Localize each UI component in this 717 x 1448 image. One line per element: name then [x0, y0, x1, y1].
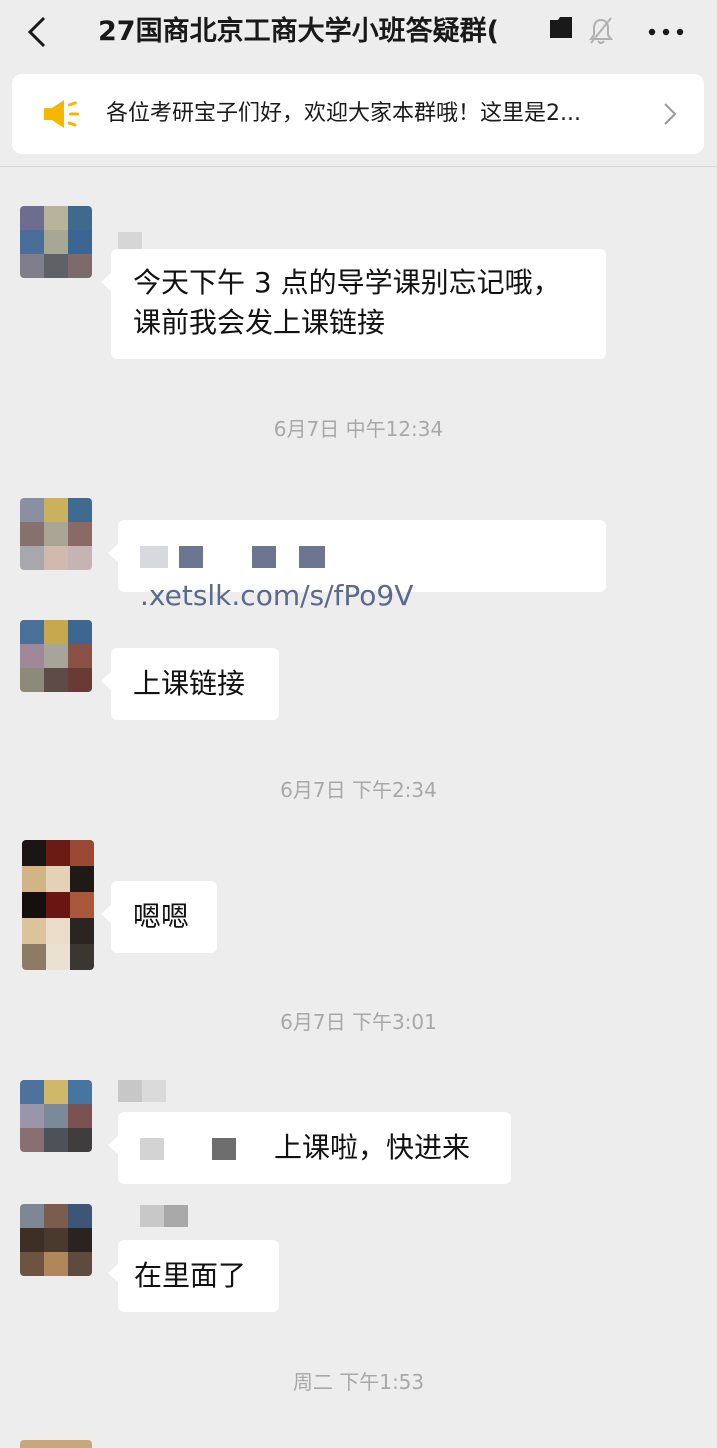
divider — [0, 166, 717, 167]
chat-title: 27国商北京工商大学小班答疑群( — [98, 16, 499, 47]
link-bubble[interactable]: .xetslk.com/s/fPo9V — [108, 520, 606, 612]
message-text: 今天下午 3 点的导学课别忘记哦， — [133, 266, 561, 299]
message-text: 课前我会发上课链接 — [133, 306, 386, 339]
message-text: 在里面了 — [134, 1259, 247, 1292]
folder-icon — [550, 17, 572, 38]
group-notice[interactable]: 各位考研宝子们好，欢迎大家本群哦！这里是2... — [12, 74, 704, 154]
redacted-block — [212, 1138, 236, 1160]
timestamp: 6月7日 下午2:34 — [280, 778, 437, 802]
link-text[interactable]: .xetslk.com/s/fPo9V — [140, 579, 413, 612]
message-text: 嗯嗯 — [133, 900, 190, 933]
message-text: 上课啦，快进来 — [274, 1131, 471, 1164]
sender-nickname — [118, 1080, 166, 1102]
chevron-right-icon — [664, 103, 677, 125]
notice-text: 各位考研宝子们好，欢迎大家本群哦！这里是2... — [106, 101, 581, 126]
timestamp: 6月7日 中午12:34 — [273, 417, 444, 441]
avatar[interactable] — [20, 620, 92, 692]
chat-header: 27国商北京工商大学小班答疑群( — [0, 0, 717, 66]
avatar[interactable] — [20, 206, 92, 278]
redacted-block — [251, 546, 276, 568]
timestamp: 周二 下午1:53 — [292, 1370, 425, 1394]
redacted-block — [298, 546, 325, 568]
redacted-block — [140, 546, 168, 568]
chevron-left-icon[interactable] — [24, 14, 48, 50]
avatar[interactable] — [20, 1440, 92, 1448]
timestamp: 6月7日 下午3:01 — [280, 1010, 437, 1034]
message-bubble[interactable]: 在里面了 — [108, 1240, 279, 1312]
avatar[interactable] — [20, 1080, 92, 1152]
avatar[interactable] — [20, 498, 92, 570]
redacted-block — [178, 546, 203, 568]
message-text: 上课链接 — [133, 667, 246, 700]
bell-muted-icon — [589, 17, 613, 44]
avatar[interactable] — [22, 840, 94, 970]
sender-nickname — [140, 1205, 188, 1227]
avatar[interactable] — [20, 1204, 92, 1276]
message-bubble[interactable]: 上课链接 — [101, 648, 279, 720]
megaphone-icon — [44, 100, 79, 128]
message-bubble[interactable]: 上课啦，快进来 — [108, 1112, 511, 1184]
redacted-block — [140, 1138, 164, 1160]
message-bubble[interactable]: 嗯嗯 — [101, 881, 217, 953]
message-bubble[interactable]: 今天下午 3 点的导学课别忘记哦， 课前我会发上课链接 — [101, 249, 606, 359]
more-dots-icon[interactable] — [646, 22, 686, 42]
